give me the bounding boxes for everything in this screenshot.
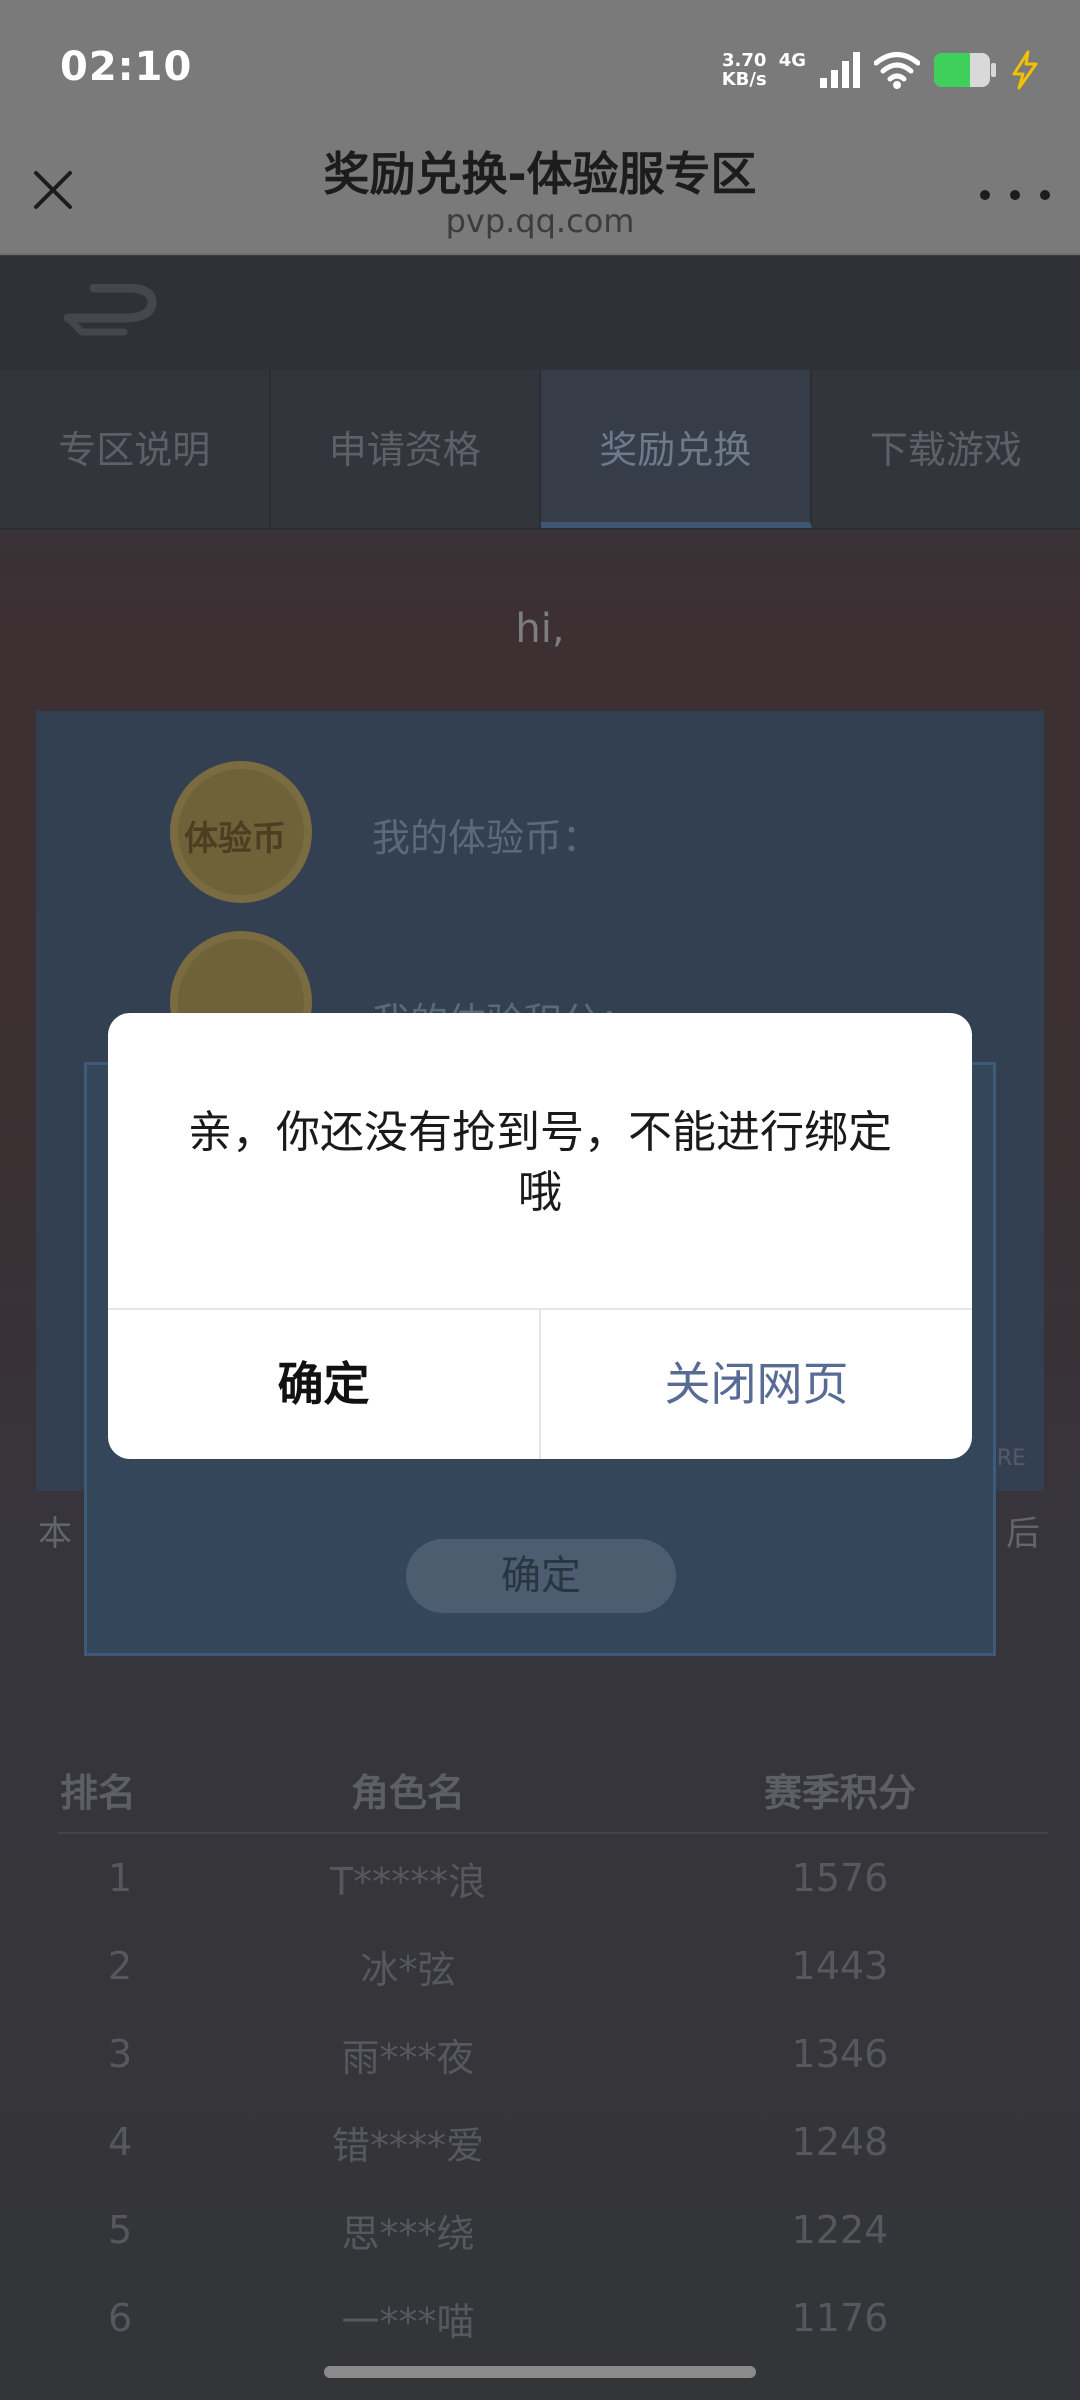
- rank-cell: 1: [108, 1856, 133, 1900]
- more-button[interactable]: [980, 180, 1050, 210]
- page-url: pvp.qq.com: [445, 202, 635, 240]
- coin-icon-label: 体验币: [184, 819, 286, 859]
- status-indicators: 3.70 KB/s 4G: [722, 46, 1040, 94]
- name-cell: 一***喵: [341, 2299, 475, 2344]
- side-tag: RE: [996, 1446, 1026, 1471]
- network-speed-unit: KB/s: [721, 69, 767, 90]
- bind-confirm-button[interactable]: 确定: [406, 1539, 676, 1613]
- score-cell: 1443: [791, 1944, 889, 1988]
- table-row: 5 思***绕 1224: [58, 2186, 1048, 2274]
- table-row: 4 错****爱 1248: [58, 2098, 1048, 2186]
- table-row: 1 T*****浪 1576: [58, 1834, 1048, 1922]
- alert-dialog: 亲，你还没有抢到号，不能进行绑定哦 确定 关闭网页: [108, 1013, 972, 1459]
- back-logo-icon[interactable]: [64, 284, 164, 340]
- dialog-message: 亲，你还没有抢到号，不能进行绑定哦: [188, 1107, 892, 1218]
- rank-cell: 5: [108, 2208, 133, 2252]
- name-cell: 冰*弦: [360, 1947, 456, 1992]
- page-title: 奖励兑换-体验服专区: [323, 147, 757, 201]
- browser-title-bar: 奖励兑换-体验服专区 pvp.qq.com: [0, 130, 1080, 255]
- more-icon-dot: [1040, 190, 1050, 200]
- dialog-confirm-button[interactable]: 确定: [108, 1310, 539, 1459]
- notice-text-left: 本: [38, 1514, 72, 1554]
- greeting-text: hi,: [515, 606, 565, 652]
- rank-cell: 4: [108, 2120, 133, 2164]
- score-cell: 1346: [791, 2032, 889, 2076]
- name-cell: 错****爱: [331, 2123, 484, 2168]
- name-cell: 雨***夜: [341, 2035, 475, 2080]
- score-cell: 1248: [791, 2120, 889, 2164]
- battery-icon: [934, 53, 996, 87]
- status-bar: 02:10 3.70 KB/s 4G: [0, 0, 1080, 130]
- status-time: 02:10: [60, 44, 193, 90]
- tab-apply-qualification[interactable]: 申请资格: [271, 370, 541, 528]
- tab-bar: 专区说明 申请资格 奖励兑换 下载游戏: [0, 370, 1080, 530]
- wifi-icon: [874, 52, 920, 89]
- header-rank: 排名: [60, 1770, 137, 1815]
- ranking-table: 排名 角色名 赛季积分 1 T*****浪 1576 2 冰*弦 1443 3 …: [58, 1746, 1048, 2362]
- tab-reward-exchange[interactable]: 奖励兑换: [541, 370, 812, 528]
- rank-cell: 3: [108, 2032, 133, 2076]
- score-cell: 1576: [791, 1856, 889, 1900]
- site-header: [0, 256, 1080, 370]
- more-icon-dot: [1010, 190, 1020, 200]
- network-type: 4G: [778, 49, 806, 71]
- table-row: 3 雨***夜 1346: [58, 2010, 1048, 2098]
- home-indicator[interactable]: [324, 2366, 756, 2378]
- signal-icon: [820, 52, 860, 88]
- tab-zone-intro[interactable]: 专区说明: [0, 370, 271, 528]
- name-cell: 思***绕: [341, 2211, 475, 2256]
- tab-download-game[interactable]: 下载游戏: [812, 370, 1080, 528]
- coin-icon: 体验币: [170, 761, 312, 903]
- header-season-score: 赛季积分: [763, 1770, 916, 1815]
- rank-cell: 2: [108, 1944, 133, 1988]
- charging-icon: [1012, 50, 1038, 90]
- score-cell: 1176: [791, 2296, 889, 2340]
- name-cell: T*****浪: [329, 1859, 487, 1904]
- score-cell: 1224: [791, 2208, 889, 2252]
- table-row: 2 冰*弦 1443: [58, 1922, 1048, 2010]
- rank-cell: 6: [108, 2296, 133, 2340]
- header-role-name: 角色名: [350, 1770, 465, 1815]
- my-coins-label: 我的体验币：: [372, 816, 601, 860]
- notice-text-right: 后: [1006, 1514, 1040, 1554]
- ranking-header: 排名 角色名 赛季积分: [58, 1746, 1048, 1834]
- more-icon-dot: [980, 190, 990, 200]
- table-row: 6 一***喵 1176: [58, 2274, 1048, 2362]
- network-speed-value: 3.70: [721, 50, 767, 71]
- dialog-close-page-button[interactable]: 关闭网页: [541, 1310, 972, 1459]
- network-speed: 3.70 KB/s: [722, 51, 767, 89]
